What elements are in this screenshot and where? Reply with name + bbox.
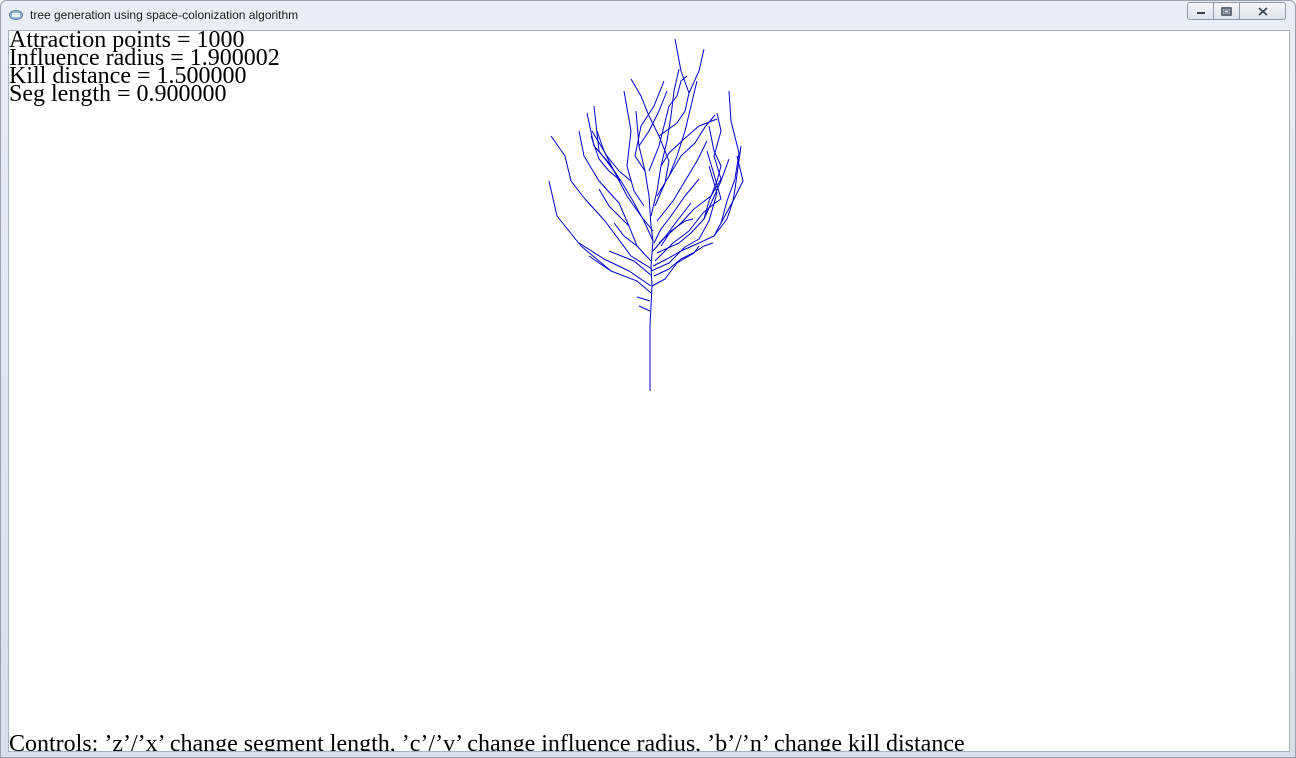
minimize-icon [1196, 12, 1205, 14]
branch [638, 90, 668, 147]
branch [648, 75, 688, 172]
branch [656, 80, 698, 197]
branch [688, 48, 705, 94]
tree-drawing [548, 38, 744, 391]
branch [656, 125, 722, 254]
branch [658, 38, 690, 137]
close-icon [1257, 6, 1268, 16]
minimize-button[interactable] [1187, 2, 1214, 20]
window-controls [1187, 2, 1287, 21]
branch [630, 78, 670, 207]
branch [634, 80, 665, 172]
tree-branches [548, 38, 744, 391]
branch [654, 150, 722, 262]
controls-help-text: Controls: ’z’/’x’ change segment length,… [9, 731, 965, 752]
branch [650, 68, 680, 217]
branch [588, 255, 612, 272]
maximize-icon [1221, 6, 1232, 16]
title-bar[interactable]: tree generation using space-colonization… [1, 1, 1295, 30]
window-title: tree generation using space-colonization… [30, 8, 299, 22]
maximize-button[interactable] [1214, 2, 1240, 20]
branch [720, 155, 744, 224]
trunk-branch [649, 225, 654, 391]
branch [703, 158, 730, 220]
branch [598, 188, 630, 227]
branch [548, 180, 652, 294]
close-button[interactable] [1240, 2, 1286, 20]
app-window-icon [9, 10, 23, 20]
branch [550, 135, 653, 270]
branch [638, 305, 651, 312]
render-canvas[interactable]: Attraction points = 1000 Influence radiu… [8, 30, 1290, 752]
branch [636, 296, 651, 302]
branch [613, 222, 638, 247]
branch [623, 90, 645, 207]
app-window: tree generation using space-colonization… [0, 0, 1296, 758]
